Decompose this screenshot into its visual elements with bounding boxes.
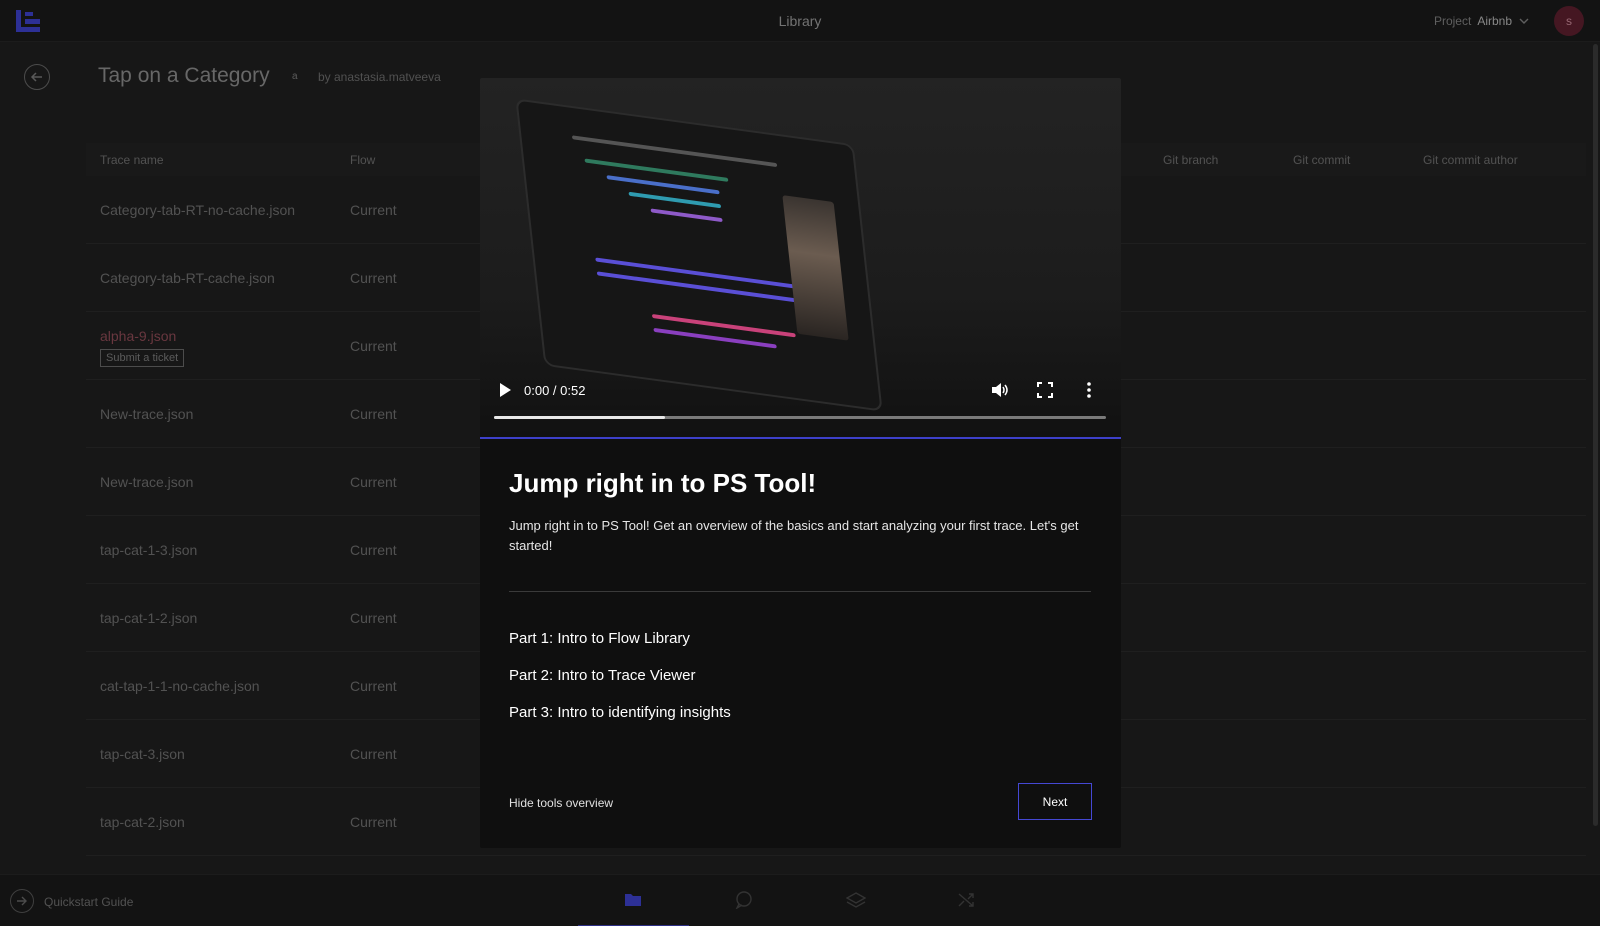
volume-icon[interactable]	[990, 380, 1010, 400]
part-3-link[interactable]: Part 3: Intro to identifying insights	[509, 704, 731, 721]
more-options-icon[interactable]	[1079, 380, 1099, 400]
next-button[interactable]: Next	[1018, 783, 1092, 820]
modal-description: Jump right in to PS Tool! Get an overvie…	[509, 518, 1079, 553]
fullscreen-icon[interactable]	[1035, 380, 1055, 400]
video-progress-bar[interactable]	[494, 416, 1106, 419]
modal-divider	[509, 591, 1091, 592]
modal-heading: Jump right in to PS Tool!	[509, 468, 817, 498]
video-time: 0:00 / 0:52	[524, 383, 586, 398]
play-icon[interactable]	[498, 382, 512, 398]
part-1-link[interactable]: Part 1: Intro to Flow Library	[509, 630, 690, 647]
video-player[interactable]: 0:00 / 0:52	[480, 78, 1121, 439]
video-controls: 0:00 / 0:52	[480, 372, 1121, 422]
tools-overview-modal: 0:00 / 0:52 Jump right in to PS Tool! Ju…	[480, 78, 1121, 848]
video-progress-fill	[494, 416, 666, 419]
video-frame-laptop	[515, 98, 883, 412]
part-2-link[interactable]: Part 2: Intro to Trace Viewer	[509, 667, 695, 684]
hide-tools-overview-link[interactable]: Hide tools overview	[509, 796, 613, 810]
